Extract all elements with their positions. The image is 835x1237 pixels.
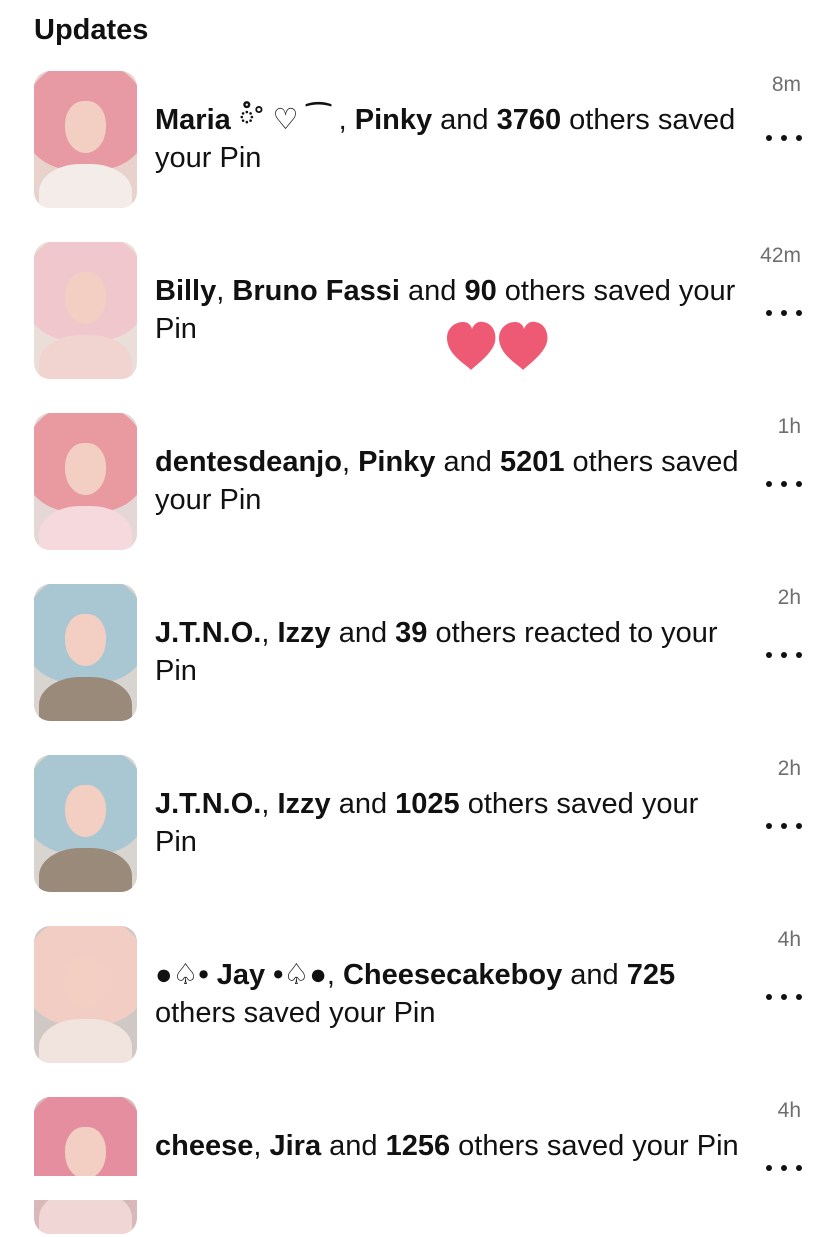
notification-phrase: and: [330, 617, 396, 649]
hearts-sticker-icon: [447, 321, 548, 370]
notification-time: 2h: [777, 586, 801, 609]
notification-item[interactable]: 4h ●♤• Jay •♤●, Cheesecakeboy and 725 oth…: [0, 926, 835, 1066]
notification-phrase: and: [562, 959, 627, 991]
notification-time: 2h: [777, 757, 801, 780]
notification-name: Pinky: [354, 104, 433, 136]
more-options-button[interactable]: [766, 650, 802, 660]
notification-phrase: and: [321, 1130, 386, 1162]
pin-thumbnail[interactable]: [34, 755, 137, 892]
notification-name: Bruno Fassi: [232, 275, 400, 307]
notification-item[interactable]: 8m Maria ཾ˚ ♡ ⁀ , Pinky and 3760 others s…: [0, 71, 835, 211]
notification-name: 3760: [496, 104, 562, 136]
notification-phrase: ,: [338, 104, 355, 136]
bottom-clip: [0, 1176, 835, 1200]
notification-time: 4h: [777, 928, 801, 951]
notification-phrase: others saved your Pin: [450, 1130, 739, 1162]
notification-phrase: ,: [261, 788, 278, 820]
notification-name: Billy: [155, 275, 217, 307]
pin-thumbnail[interactable]: [34, 71, 137, 208]
more-dots-icon: [766, 310, 802, 316]
notification-name: cheese: [155, 1130, 254, 1162]
notification-text: ●♤• Jay •♤●, Cheesecakeboy and 725 other…: [155, 956, 740, 1032]
notification-text: cheese, Jira and 1256 others saved your …: [155, 1127, 740, 1165]
more-options-button[interactable]: [766, 1163, 802, 1173]
more-options-button[interactable]: [766, 133, 802, 143]
more-dots-icon: [766, 481, 802, 487]
notification-name: 1256: [385, 1130, 451, 1162]
more-options-button[interactable]: [766, 308, 802, 318]
notification-name: 5201: [499, 446, 565, 478]
more-dots-icon: [766, 994, 802, 1000]
pin-thumbnail[interactable]: [34, 926, 137, 1063]
notification-name: 725: [626, 959, 676, 991]
notification-name: dentesdeanjo: [155, 446, 342, 478]
notification-name: J.T.N.O.: [155, 617, 262, 649]
notification-name: ●♤• Jay •♤●: [155, 959, 327, 991]
more-options-button[interactable]: [766, 821, 802, 831]
pin-thumbnail[interactable]: [34, 584, 137, 721]
notification-phrase: ,: [253, 1130, 270, 1162]
notification-phrase: ,: [326, 959, 343, 991]
notification-phrase: ,: [261, 617, 278, 649]
notification-name: Izzy: [277, 617, 331, 649]
notification-name: 90: [464, 275, 497, 307]
more-dots-icon: [766, 135, 802, 141]
pin-thumbnail[interactable]: [34, 413, 137, 550]
notification-phrase: others saved your Pin: [155, 997, 436, 1029]
notification-phrase: ,: [216, 275, 233, 307]
notification-phrase: ,: [341, 446, 359, 478]
notification-item[interactable]: 2h J.T.N.O., Izzy and 39 others reacted t…: [0, 584, 835, 724]
notification-item[interactable]: 2h J.T.N.O., Izzy and 1025 others saved y…: [0, 755, 835, 895]
more-dots-icon: [766, 652, 802, 658]
notification-name: 39: [395, 617, 428, 649]
notification-phrase: and: [435, 446, 500, 478]
notification-text: J.T.N.O., Izzy and 1025 others saved you…: [155, 785, 740, 861]
notification-name: Cheesecakeboy: [342, 959, 563, 991]
more-options-button[interactable]: [766, 479, 802, 489]
more-options-button[interactable]: [766, 992, 802, 1002]
notification-phrase: and: [432, 104, 497, 136]
notification-name: Pinky: [358, 446, 436, 478]
notification-name: Maria ཾ˚ ♡ ⁀: [155, 104, 339, 136]
notification-item[interactable]: 1h dentesdeanjo, Pinky and 5201 others sa…: [0, 413, 835, 553]
notification-time: 42m: [760, 244, 801, 267]
pin-thumbnail[interactable]: [34, 1097, 137, 1234]
notification-text: Maria ཾ˚ ♡ ⁀ , Pinky and 3760 others sav…: [155, 101, 740, 177]
notification-name: Izzy: [277, 788, 331, 820]
more-dots-icon: [766, 1165, 802, 1171]
notification-name: Jira: [269, 1130, 322, 1162]
notification-phrase: and: [399, 275, 465, 307]
notification-time: 1h: [777, 415, 801, 438]
more-dots-icon: [766, 823, 802, 829]
notification-phrase: and: [330, 788, 396, 820]
notification-name: 1025: [395, 788, 460, 820]
notification-text: dentesdeanjo, Pinky and 5201 others save…: [155, 443, 740, 519]
notification-text: J.T.N.O., Izzy and 39 others reacted to …: [155, 614, 740, 690]
page-title: Updates: [34, 14, 149, 46]
notification-time: 8m: [771, 73, 801, 96]
pin-thumbnail[interactable]: [34, 242, 137, 379]
notification-item[interactable]: 4h cheese, Jira and 1256 others saved you…: [0, 1097, 835, 1237]
notification-name: J.T.N.O.: [155, 788, 262, 820]
notification-time: 4h: [777, 1099, 801, 1122]
notification-item[interactable]: 42m Billy, Bruno Fassi and 90 others save…: [0, 242, 835, 382]
